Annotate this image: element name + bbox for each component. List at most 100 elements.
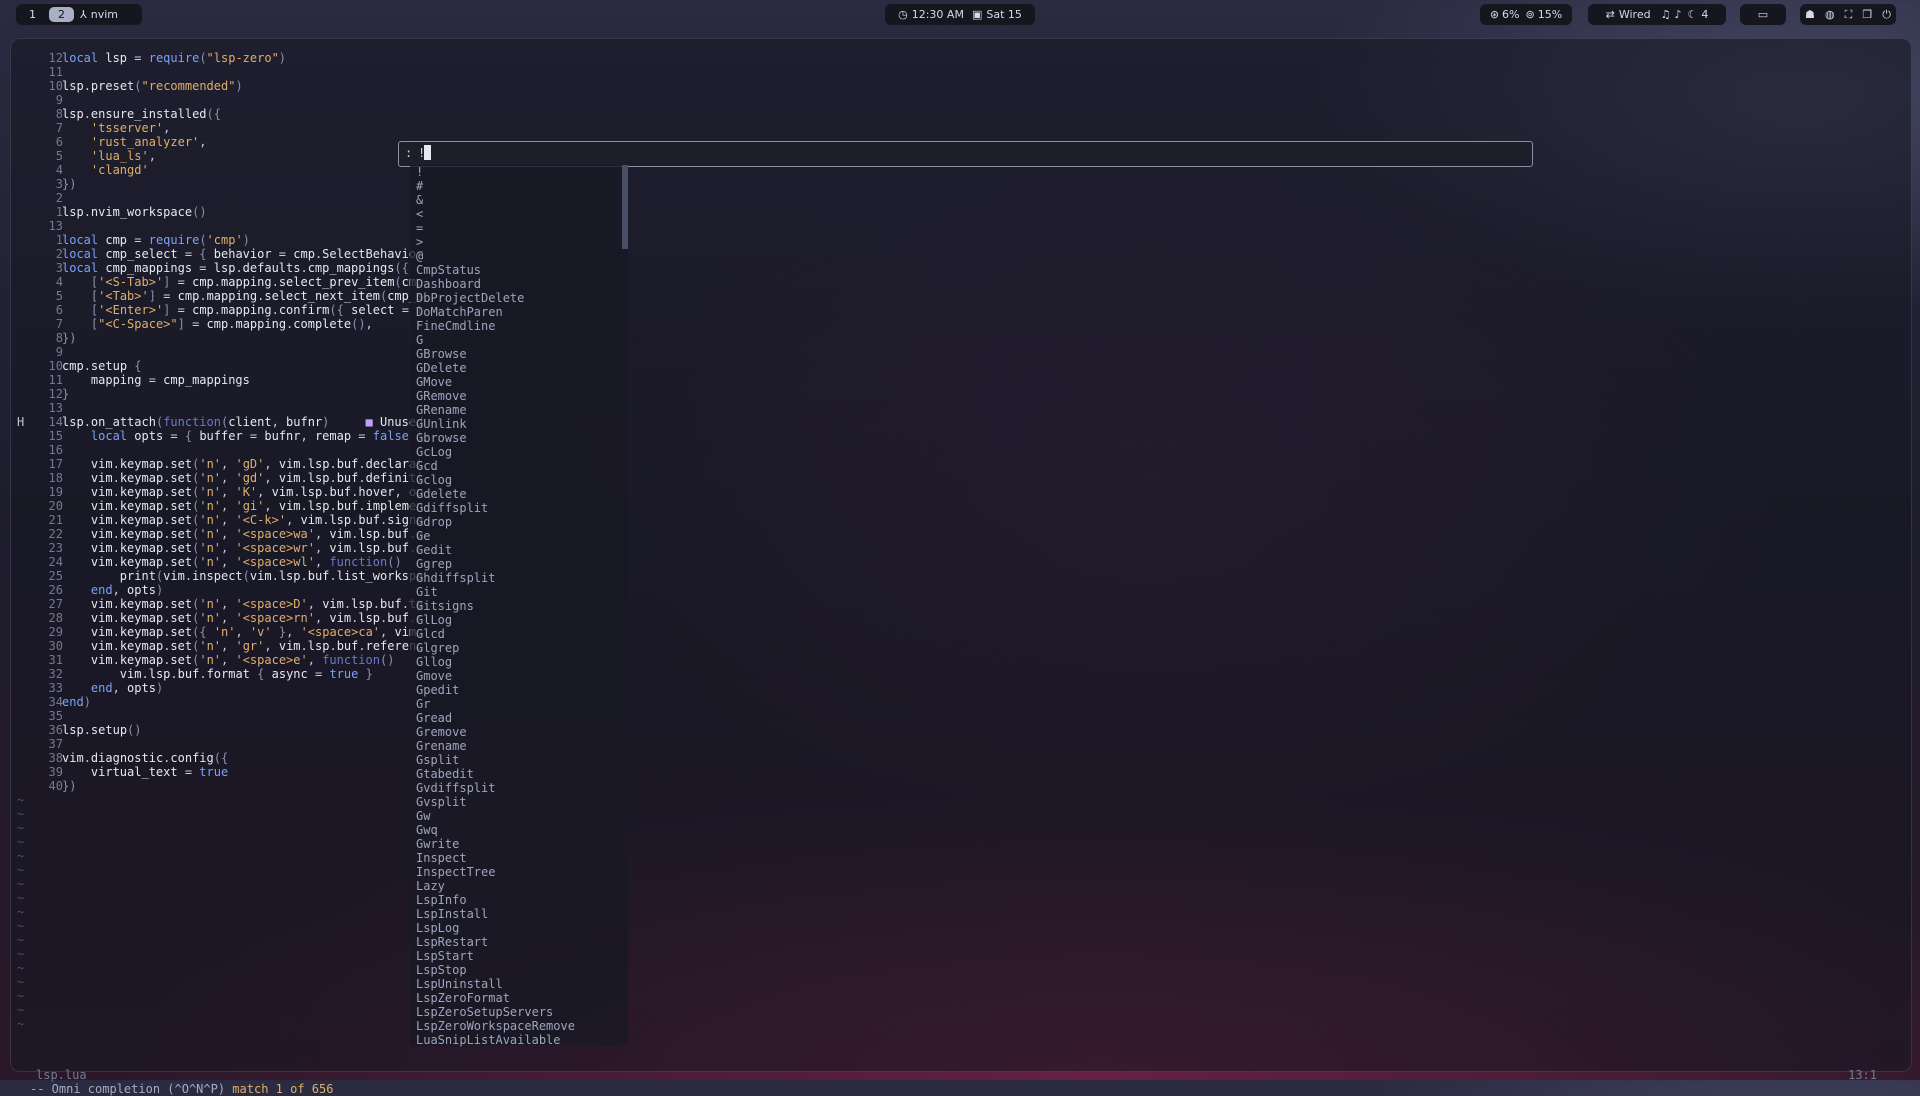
completion-item[interactable]: &	[410, 193, 628, 207]
completion-item[interactable]: Gremove	[410, 725, 628, 739]
code-line[interactable]: 33 end, opts)	[11, 681, 1911, 695]
completion-item[interactable]: LspRestart	[410, 935, 628, 949]
code-line[interactable]: 11	[11, 65, 1911, 79]
code-line[interactable]: 22 vim.keymap.set('n', '<space>wa', vim.…	[11, 527, 1911, 541]
completion-scrollbar[interactable]	[622, 165, 628, 249]
chat-icon[interactable]: ◍	[1825, 8, 1835, 21]
code-line[interactable]: 35	[11, 709, 1911, 723]
code-line[interactable]: 28 vim.keymap.set('n', '<space>rn', vim.…	[11, 611, 1911, 625]
code-line[interactable]: 7 ["<C-Space>"] = cmp.mapping.complete()…	[11, 317, 1911, 331]
completion-item[interactable]: Git	[410, 585, 628, 599]
completion-item[interactable]: LspZeroSetupServers	[410, 1005, 628, 1019]
display-widget[interactable]: ▭	[1740, 4, 1786, 25]
completion-item[interactable]: LuaSnipListAvailable	[410, 1033, 628, 1047]
completion-item[interactable]: Gdrop	[410, 515, 628, 529]
completion-item[interactable]: G	[410, 333, 628, 347]
code-line[interactable]: 12}	[11, 387, 1911, 401]
completion-item[interactable]: Grename	[410, 739, 628, 753]
completion-item[interactable]: Gclog	[410, 473, 628, 487]
code-line[interactable]: 26 end, opts)	[11, 583, 1911, 597]
code-line[interactable]: 38 vim.diagnostic.config({	[11, 751, 1911, 765]
code-line[interactable]: 6 ['<Enter>'] = cmp.mapping.confirm({ se…	[11, 303, 1911, 317]
completion-item[interactable]: Gdelete	[410, 487, 628, 501]
command-line-input[interactable]: : !	[398, 141, 1533, 167]
workspace-1-button[interactable]: 1	[20, 7, 45, 22]
completion-item[interactable]: DoMatchParen	[410, 305, 628, 319]
completion-item[interactable]: Gw	[410, 809, 628, 823]
completion-item[interactable]: Gvdiffsplit	[410, 781, 628, 795]
completion-item[interactable]: Glcd	[410, 627, 628, 641]
completion-item[interactable]: Gwrite	[410, 837, 628, 851]
completion-item[interactable]: Ggrep	[410, 557, 628, 571]
network-audio-widget[interactable]: ⇄ Wired ♫ ♪ ☾ 4	[1588, 4, 1726, 25]
code-line[interactable]: 9	[11, 93, 1911, 107]
code-line[interactable]: 4 ['<S-Tab>'] = cmp.mapping.select_prev_…	[11, 275, 1911, 289]
completion-item[interactable]: Gcd	[410, 459, 628, 473]
code-line[interactable]: 1 lsp.nvim_workspace()	[11, 205, 1911, 219]
completion-item[interactable]: Glgrep	[410, 641, 628, 655]
completion-item[interactable]: LspStart	[410, 949, 628, 963]
completion-item[interactable]: Gitsigns	[410, 599, 628, 613]
completion-item[interactable]: LspZeroFormat	[410, 991, 628, 1005]
power-icon[interactable]: ⏻	[1882, 8, 1891, 22]
headphones-icon[interactable]: ♫	[1661, 8, 1671, 21]
code-line[interactable]: 10 lsp.preset("recommended")	[11, 79, 1911, 93]
completion-item[interactable]: Gpedit	[410, 683, 628, 697]
clipboard-icon[interactable]: ❐	[1862, 8, 1872, 21]
ghost-icon[interactable]: ☗	[1805, 8, 1815, 21]
completion-menu[interactable]: ! # & < = > @ CmpStatus Dashboard DbProjectDelete…	[410, 165, 628, 1047]
completion-item[interactable]: GRemove	[410, 389, 628, 403]
completion-item[interactable]: Ge	[410, 529, 628, 543]
monitor-icon[interactable]: ▭	[1758, 8, 1768, 21]
code-line[interactable]: 39 virtual_text = true	[11, 765, 1911, 779]
terminal-window[interactable]: 12 local lsp = require("lsp-zero") 11 10 lsp…	[10, 38, 1912, 1096]
network-status[interactable]: Wired	[1619, 8, 1651, 21]
completion-item[interactable]: InspectTree	[410, 865, 628, 879]
completion-item[interactable]: <	[410, 207, 628, 221]
code-line[interactable]: 13	[11, 219, 1911, 233]
completion-item[interactable]: @	[410, 249, 628, 263]
completion-item[interactable]: !	[410, 165, 628, 179]
code-line[interactable]: 8})	[11, 331, 1911, 345]
microphone-icon[interactable]: ♪	[1674, 8, 1681, 21]
completion-item[interactable]: Inspect	[410, 851, 628, 865]
completion-item[interactable]: Gvsplit	[410, 795, 628, 809]
completion-item[interactable]: GcLog	[410, 445, 628, 459]
completion-item[interactable]: DbProjectDelete	[410, 291, 628, 305]
code-line[interactable]: 25 print(vim.inspect(vim.lsp.buf.list_wo…	[11, 569, 1911, 583]
completion-item[interactable]: Gr	[410, 697, 628, 711]
code-line[interactable]: 19 vim.keymap.set('n', 'K', vim.lsp.buf.…	[11, 485, 1911, 499]
code-line[interactable]: 21 vim.keymap.set('n', '<C-k>', vim.lsp.…	[11, 513, 1911, 527]
completion-item[interactable]: GDelete	[410, 361, 628, 375]
code-line[interactable]: 20 vim.keymap.set('n', 'gi', vim.lsp.buf…	[11, 499, 1911, 513]
completion-item[interactable]: #	[410, 179, 628, 193]
completion-item[interactable]: Gbrowse	[410, 431, 628, 445]
completion-item[interactable]: Gedit	[410, 543, 628, 557]
code-line[interactable]: 29 vim.keymap.set({ 'n', 'v' }, '<space>…	[11, 625, 1911, 639]
code-line[interactable]: 17 vim.keymap.set('n', 'gD', vim.lsp.buf…	[11, 457, 1911, 471]
completion-item[interactable]: Lazy	[410, 879, 628, 893]
completion-item[interactable]: =	[410, 221, 628, 235]
completion-item[interactable]: Gllog	[410, 655, 628, 669]
code-line[interactable]: 9	[11, 345, 1911, 359]
workspace-2-button[interactable]: 2	[49, 7, 74, 22]
code-line[interactable]: 11 mapping = cmp_mappings	[11, 373, 1911, 387]
code-line[interactable]: 31 vim.keymap.set('n', '<space>e', funct…	[11, 653, 1911, 667]
completion-item[interactable]: LspZeroWorkspaceRemove	[410, 1019, 628, 1033]
completion-item[interactable]: Gwq	[410, 823, 628, 837]
completion-item[interactable]: Gread	[410, 711, 628, 725]
code-line[interactable]: 30 vim.keymap.set('n', 'gr', vim.lsp.buf…	[11, 639, 1911, 653]
completion-item[interactable]: Gmove	[410, 669, 628, 683]
completion-item[interactable]: >	[410, 235, 628, 249]
editor-buffer[interactable]: 12 local lsp = require("lsp-zero") 11 10 lsp…	[11, 51, 1911, 1031]
code-line[interactable]: 3 local cmp_mappings = lsp.defaults.cmp_m…	[11, 261, 1911, 275]
completion-item[interactable]: Ghdiffsplit	[410, 571, 628, 585]
screenshot-icon[interactable]: ⛶	[1845, 8, 1853, 22]
code-line[interactable]: 2 local cmp_select = { behavior = cmp.Sel…	[11, 247, 1911, 261]
code-line[interactable]: 18 vim.keymap.set('n', 'gd', vim.lsp.buf…	[11, 471, 1911, 485]
code-line[interactable]: 32 vim.lsp.buf.format { async = true }	[11, 667, 1911, 681]
completion-item[interactable]: Dashboard	[410, 277, 628, 291]
completion-item[interactable]: LspStop	[410, 963, 628, 977]
completion-item[interactable]: CmpStatus	[410, 263, 628, 277]
code-line[interactable]: 23 vim.keymap.set('n', '<space>wr', vim.…	[11, 541, 1911, 555]
